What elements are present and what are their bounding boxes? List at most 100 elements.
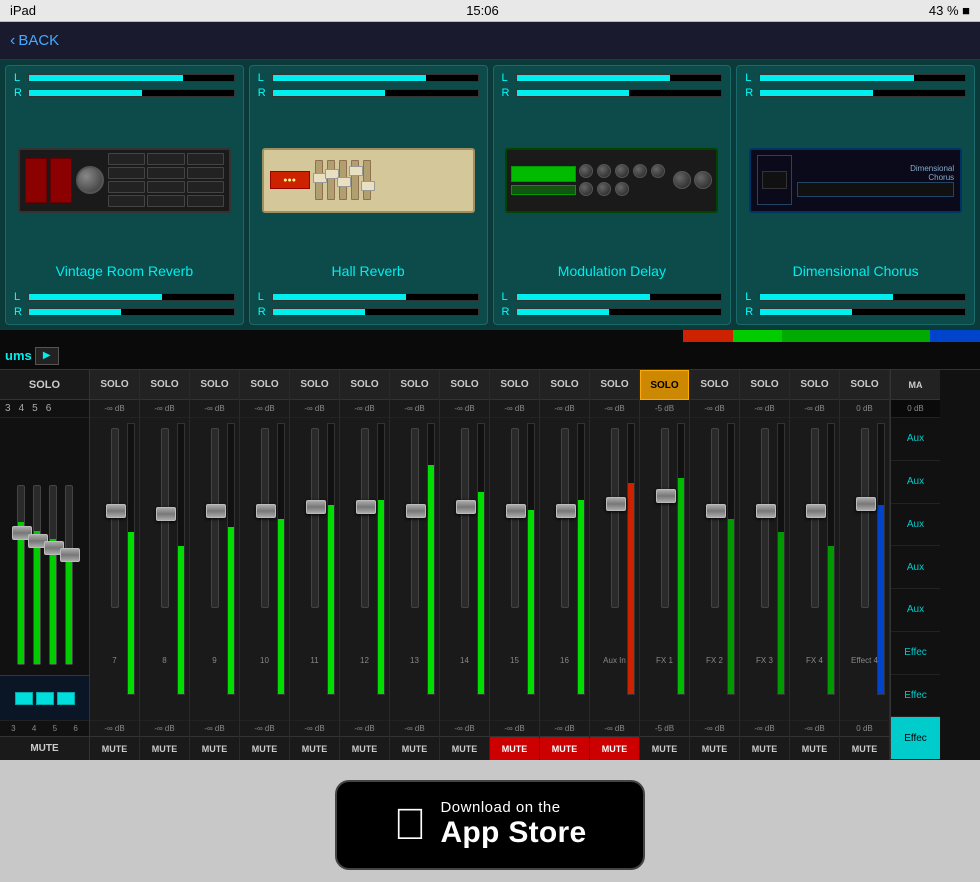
channel-strip-12: SOLO -∞ dB 12 -∞ dB MUTE xyxy=(340,370,390,760)
solo-btn-fx3[interactable]: SOLO xyxy=(740,370,789,400)
db-top-14: -∞ dB xyxy=(440,400,489,418)
fader-thumb-fx4[interactable] xyxy=(806,504,826,518)
fader-thumb-16[interactable] xyxy=(556,504,576,518)
aux-labels-panel: MA 0 dB Aux Aux Aux Aux Aux Effec Effec … xyxy=(890,370,940,760)
fader-thumb-11[interactable] xyxy=(306,500,326,514)
aux-label-2[interactable]: Aux xyxy=(891,461,940,504)
db-bottom-16: -∞ dB xyxy=(540,720,589,736)
app-store-banner:  Download on the App Store xyxy=(0,767,980,882)
aux-label-4[interactable]: Aux xyxy=(891,546,940,589)
solo-btn-7[interactable]: SOLO xyxy=(90,370,139,400)
fader-thumb-8[interactable] xyxy=(156,507,176,521)
solo-btn-9[interactable]: SOLO xyxy=(190,370,239,400)
fader-track-effect4 xyxy=(861,428,869,608)
left-mute-button[interactable]: MUTE xyxy=(0,736,89,760)
aux-label-effec-2[interactable]: Effec xyxy=(891,675,940,718)
solo-btn-11[interactable]: SOLO xyxy=(290,370,339,400)
fader-thumb-13[interactable] xyxy=(406,504,426,518)
mixer-top-bar: ums ▶ xyxy=(0,342,980,370)
db-top-13: -∞ dB xyxy=(390,400,439,418)
mute-btn-9[interactable]: MUTE xyxy=(190,736,239,760)
solo-btn-10[interactable]: SOLO xyxy=(240,370,289,400)
level-meter-11 xyxy=(327,423,335,695)
mute-btn-11[interactable]: MUTE xyxy=(290,736,339,760)
fader-thumb-effect4[interactable] xyxy=(856,497,876,511)
mute-btn-14[interactable]: MUTE xyxy=(440,736,489,760)
solo-btn-8[interactable]: SOLO xyxy=(140,370,189,400)
back-label: BACK xyxy=(18,32,59,49)
mute-btn-aux-in[interactable]: MUTE xyxy=(590,736,639,760)
solo-btn-aux-in[interactable]: SOLO xyxy=(590,370,639,400)
solo-btn-fx2[interactable]: SOLO xyxy=(690,370,739,400)
db-top-10: -∞ dB xyxy=(240,400,289,418)
fader-thumb-15[interactable] xyxy=(506,504,526,518)
fader-thumb-fx2[interactable] xyxy=(706,504,726,518)
fader-thumb-aux-in[interactable] xyxy=(606,497,626,511)
channel-strip-15: SOLO -∞ dB 15 -∞ dB MUTE xyxy=(490,370,540,760)
solo-btn-13[interactable]: SOLO xyxy=(390,370,439,400)
db-bottom-12: -∞ dB xyxy=(340,720,389,736)
effect-name-hr: Hall Reverb xyxy=(332,257,405,287)
fader-thumb-14[interactable] xyxy=(456,500,476,514)
fader-thumb-12[interactable] xyxy=(356,500,376,514)
mute-btn-fx1[interactable]: MUTE xyxy=(640,736,689,760)
fader-thumb-fx3[interactable] xyxy=(756,504,776,518)
aux-label-5[interactable]: Aux xyxy=(891,589,940,632)
solo-btn-fx4[interactable]: SOLO xyxy=(790,370,839,400)
db-bottom-7: -∞ dB xyxy=(90,720,139,736)
aux-label-3[interactable]: Aux xyxy=(891,504,940,547)
mute-btn-15[interactable]: MUTE xyxy=(490,736,539,760)
fader-thumb-fx1[interactable] xyxy=(656,489,676,503)
vu-meters-top-dc: L R xyxy=(737,66,974,103)
db-bottom-11: -∞ dB xyxy=(290,720,339,736)
channel-name-fx3: FX 3 xyxy=(756,656,773,665)
solo-btn-15[interactable]: SOLO xyxy=(490,370,539,400)
db-bottom-fx3: -∞ dB xyxy=(740,720,789,736)
mute-btn-16[interactable]: MUTE xyxy=(540,736,589,760)
db-bottom-10: -∞ dB xyxy=(240,720,289,736)
solo-btn-fx1[interactable]: SOLO xyxy=(640,370,689,400)
aux-label-1[interactable]: Aux xyxy=(891,418,940,461)
solo-btn-12[interactable]: SOLO xyxy=(340,370,389,400)
fader-track-10 xyxy=(261,428,269,608)
aux-label-effec-3[interactable]: Effec xyxy=(891,717,940,760)
mute-btn-fx4[interactable]: MUTE xyxy=(790,736,839,760)
db-bottom-aux-in: -∞ dB xyxy=(590,720,639,736)
aux-label-effec-1[interactable]: Effec xyxy=(891,632,940,675)
channel-name-14: 14 xyxy=(460,656,469,665)
effect-card-modulation-delay[interactable]: L R xyxy=(493,65,732,325)
aux-channel-effect4: SOLO 0 dB Effect 4 0 dB MUTE xyxy=(840,370,890,760)
effect-card-hall-reverb[interactable]: L R ●●● Hall Reverb xyxy=(249,65,488,325)
left-solo[interactable]: SOLO xyxy=(0,370,89,400)
fader-track-9 xyxy=(211,428,219,608)
transport-play-button[interactable]: ▶ xyxy=(35,347,59,365)
db-top-fx2: -∞ dB xyxy=(690,400,739,418)
fader-thumb-9[interactable] xyxy=(206,504,226,518)
channel-name-8: 8 xyxy=(162,656,166,665)
fader-thumb-7[interactable] xyxy=(106,504,126,518)
db-top-aux-in: -∞ dB xyxy=(590,400,639,418)
db-top-9: -∞ dB xyxy=(190,400,239,418)
channel-strip-14: SOLO -∞ dB 14 -∞ dB MUTE xyxy=(440,370,490,760)
mute-btn-13[interactable]: MUTE xyxy=(390,736,439,760)
mute-btn-fx2[interactable]: MUTE xyxy=(690,736,739,760)
solo-btn-effect4[interactable]: SOLO xyxy=(840,370,889,400)
app-store-button[interactable]:  Download on the App Store xyxy=(335,780,645,870)
channel-name-15: 15 xyxy=(510,656,519,665)
solo-btn-14[interactable]: SOLO xyxy=(440,370,489,400)
mute-btn-7[interactable]: MUTE xyxy=(90,736,139,760)
mute-btn-12[interactable]: MUTE xyxy=(340,736,389,760)
mute-btn-effect4[interactable]: MUTE xyxy=(840,736,889,760)
mute-btn-fx3[interactable]: MUTE xyxy=(740,736,789,760)
solo-btn-16[interactable]: SOLO xyxy=(540,370,589,400)
fader-thumb-10[interactable] xyxy=(256,504,276,518)
mute-btn-8[interactable]: MUTE xyxy=(140,736,189,760)
back-button[interactable]: ‹ BACK xyxy=(10,32,59,50)
mixer-section: ums ▶ SOLO 3 4 5 6 xyxy=(0,330,980,760)
mute-btn-10[interactable]: MUTE xyxy=(240,736,289,760)
status-bar: iPad 15:06 43 % ■ xyxy=(0,0,980,22)
effect-card-vintage-room-reverb[interactable]: L R Vintage Room R xyxy=(5,65,244,325)
effect-card-dimensional-chorus[interactable]: L R Dimensional Chorus Dimensional Choru… xyxy=(736,65,975,325)
channel-strip-13: SOLO -∞ dB 13 -∞ dB MUTE xyxy=(390,370,440,760)
db-top-8: -∞ dB xyxy=(140,400,189,418)
